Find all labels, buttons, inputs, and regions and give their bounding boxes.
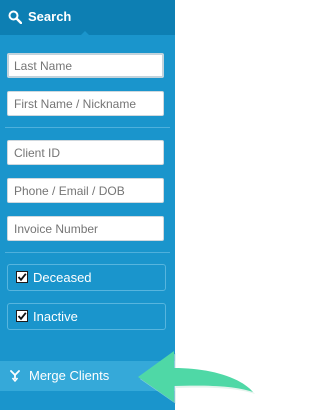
phone-email-dob-input[interactable] [7, 178, 164, 203]
header-caret [80, 31, 90, 36]
last-name-input[interactable] [7, 53, 164, 78]
invoice-number-input[interactable] [7, 216, 164, 241]
search-title: Search [28, 9, 72, 24]
inactive-filter[interactable]: Inactive [7, 303, 166, 330]
search-icon [8, 10, 22, 24]
merge-icon [10, 370, 20, 382]
divider [5, 127, 170, 128]
client-id-input[interactable] [7, 140, 164, 165]
deceased-checkbox[interactable] [16, 271, 28, 283]
search-header[interactable]: Search [0, 0, 175, 36]
inactive-label: Inactive [33, 309, 78, 324]
deceased-label: Deceased [33, 270, 92, 285]
checkmark-icon [17, 312, 27, 321]
divider [5, 252, 170, 253]
checkmark-icon [17, 273, 27, 282]
inactive-checkbox[interactable] [16, 310, 28, 322]
merge-clients-label: Merge Clients [29, 368, 110, 383]
pointer-arrow-icon [138, 351, 255, 404]
deceased-filter[interactable]: Deceased [7, 264, 166, 291]
first-name-input[interactable] [7, 91, 164, 116]
